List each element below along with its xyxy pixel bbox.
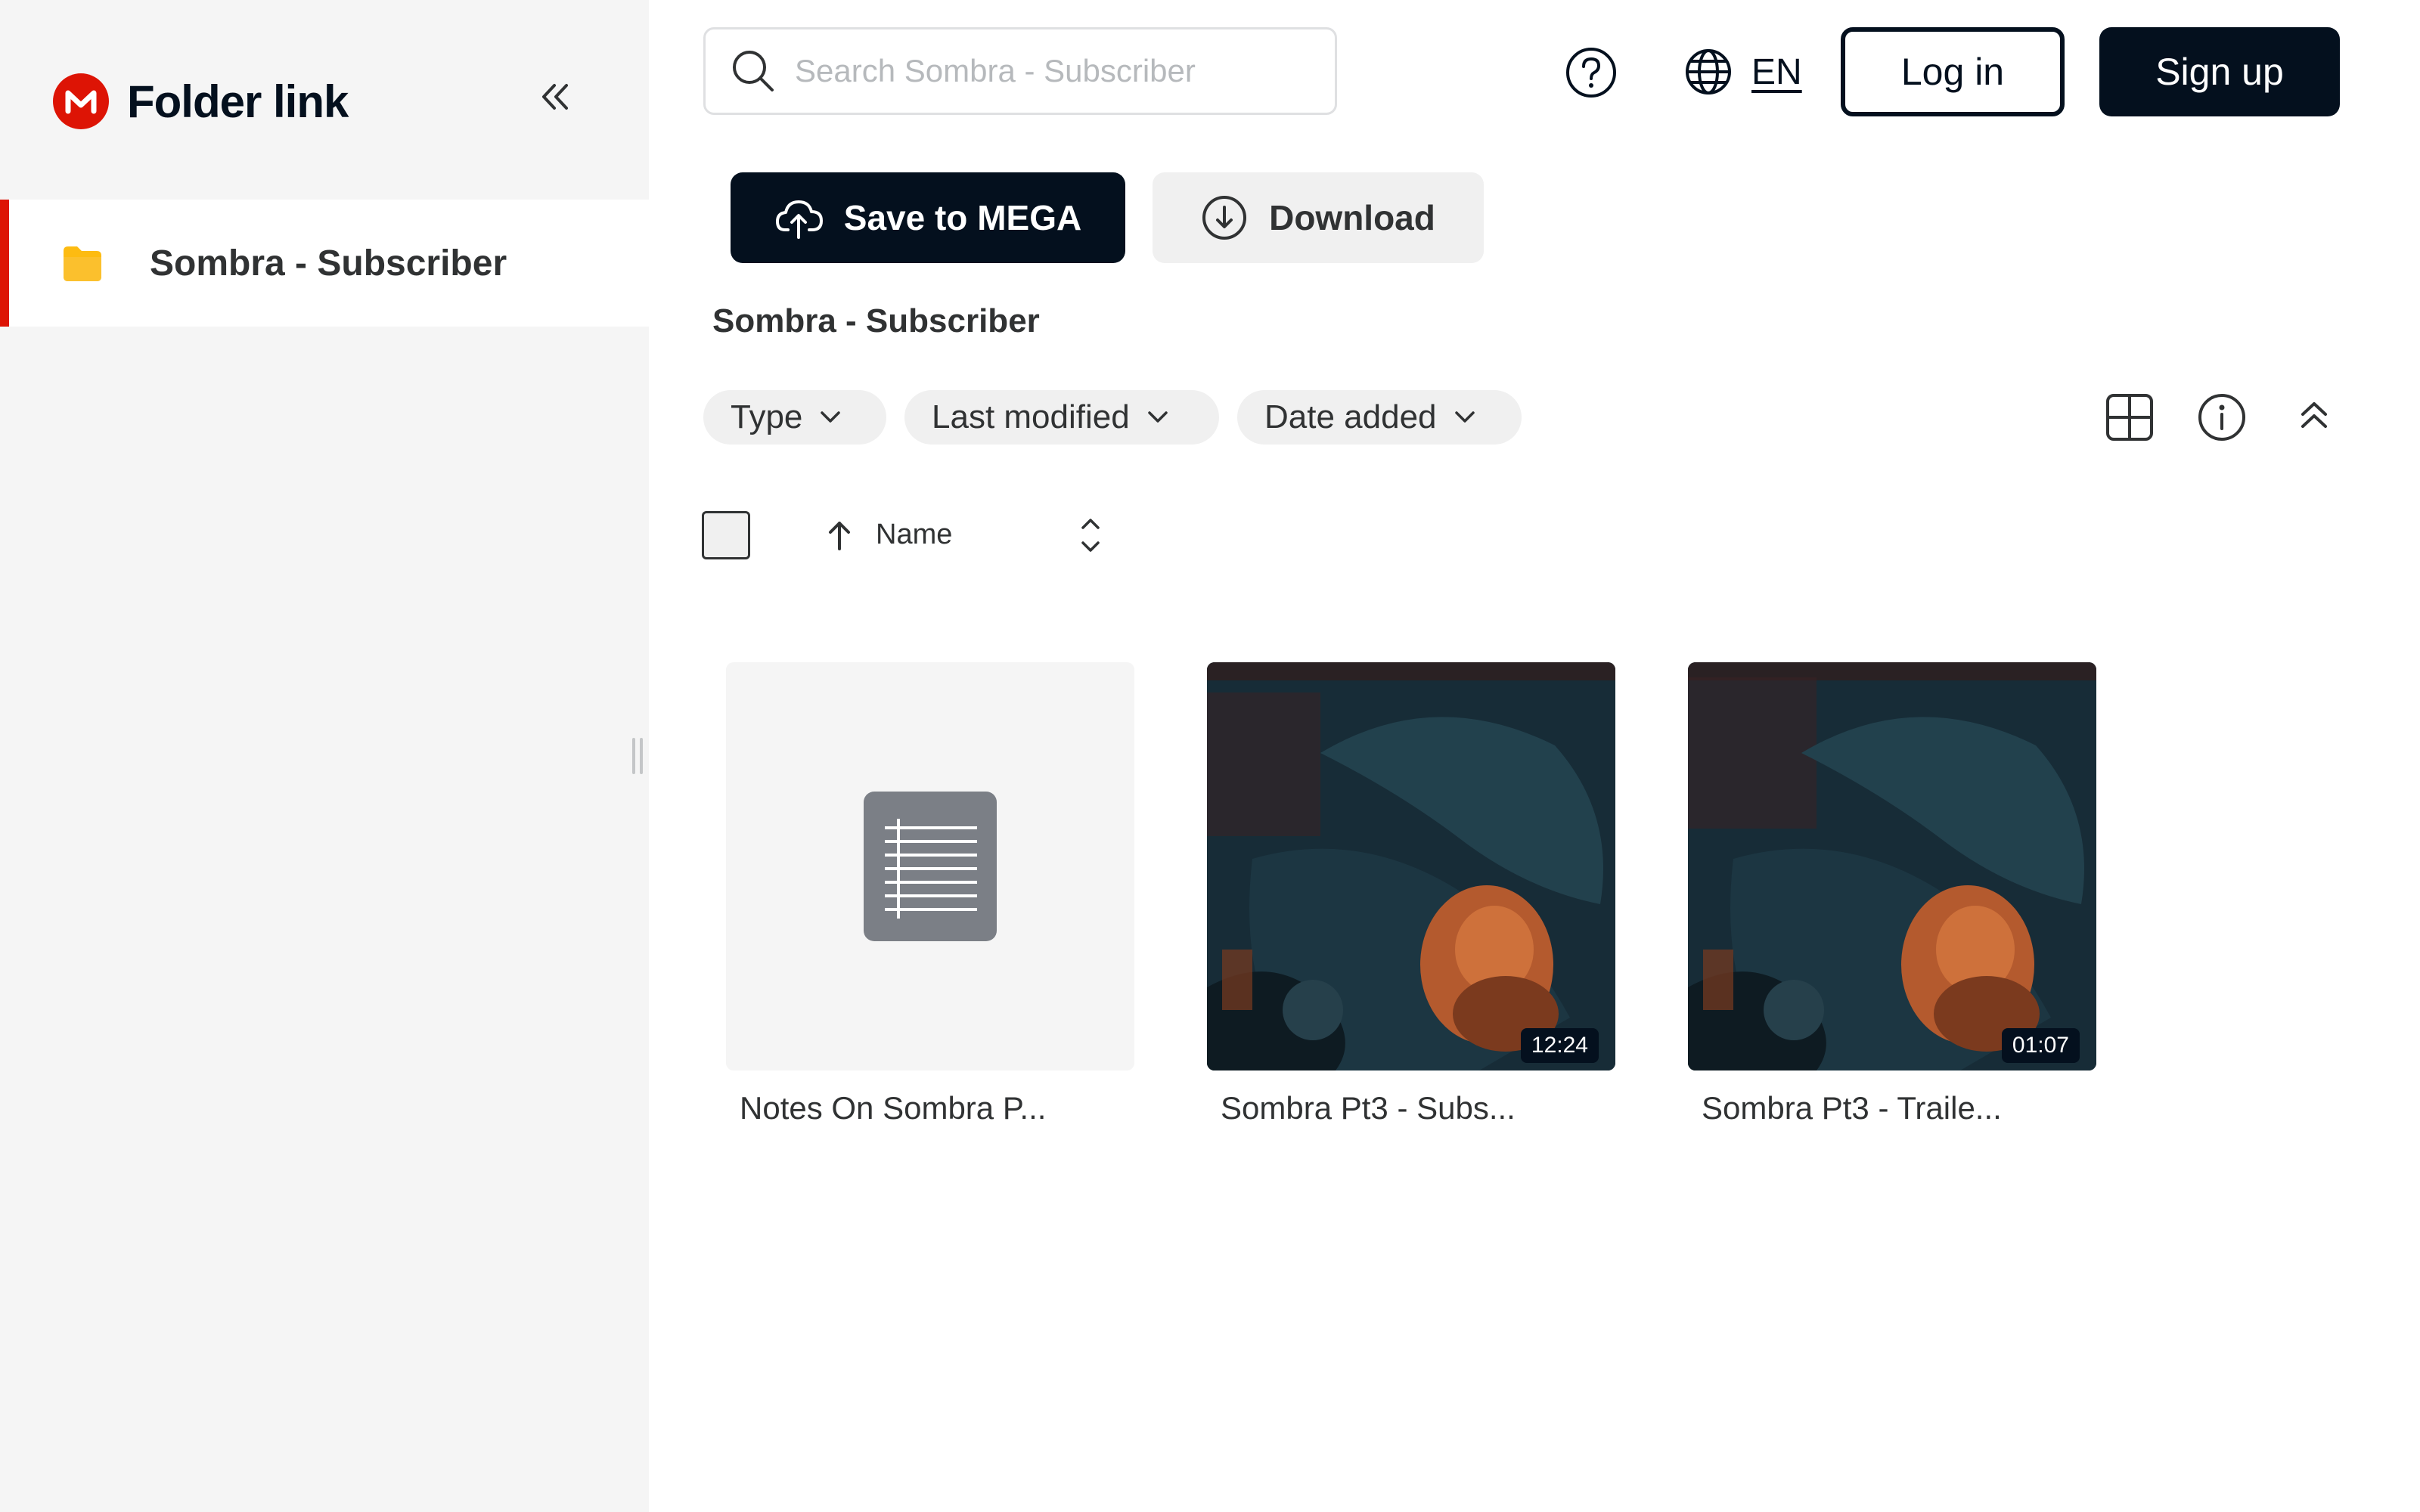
help-button[interactable] (1564, 45, 1618, 100)
video-preview-art (1207, 662, 1615, 1070)
collapse-header-button[interactable] (2287, 390, 2341, 445)
download-circle-icon (1202, 196, 1247, 240)
sidebar-item-folder[interactable]: Sombra - Subscriber (0, 200, 649, 327)
file-name: Sombra Pt3 - Traile... (1702, 1090, 2002, 1126)
sort-toggle-icon[interactable] (1075, 514, 1106, 556)
double-chevron-left-icon (542, 84, 568, 110)
chevron-down-icon (1454, 411, 1475, 423)
grid-icon (2106, 394, 2153, 441)
language-label: EN (1751, 51, 1802, 92)
chevron-down-icon (1147, 411, 1168, 423)
sidebar-resize-handle[interactable] (632, 738, 643, 774)
help-icon (1566, 48, 1616, 98)
download-button[interactable]: Download (1153, 172, 1484, 263)
search-box[interactable] (703, 27, 1337, 115)
grid-view-button[interactable] (2102, 390, 2157, 445)
double-chevron-up-icon (2301, 402, 2327, 428)
save-to-mega-label: Save to MEGA (843, 198, 1082, 237)
collapse-sidebar-button[interactable] (532, 74, 578, 119)
globe-icon (1686, 49, 1731, 94)
filter-type[interactable]: Type (703, 390, 886, 445)
search-icon (733, 51, 774, 91)
file-tile[interactable]: Notes On Sombra P... (726, 662, 1134, 1126)
video-duration-badge: 12:24 (1520, 1028, 1599, 1063)
info-icon (2198, 394, 2245, 441)
save-to-mega-button[interactable]: Save to MEGA (731, 172, 1125, 263)
select-all-checkbox[interactable] (702, 511, 750, 559)
view-controls (2102, 390, 2341, 445)
download-label: Download (1269, 198, 1435, 237)
login-button[interactable]: Log in (1841, 27, 2065, 116)
video-thumbnail: 01:07 (1688, 662, 2096, 1070)
column-header-name[interactable]: Name (876, 519, 952, 551)
sort-ascending-icon[interactable] (824, 519, 855, 552)
file-tile[interactable]: 12:24 Sombra Pt3 - Subs... (1207, 662, 1615, 1126)
filter-date-added-label: Date added (1264, 398, 1437, 435)
cloud-upload-icon (775, 200, 823, 239)
sidebar-item-label: Sombra - Subscriber (150, 243, 507, 284)
folder-icon (64, 246, 101, 281)
search-input[interactable] (793, 52, 1295, 90)
active-indicator (0, 200, 9, 327)
mega-logo[interactable] (53, 73, 109, 129)
filter-date-added[interactable]: Date added (1237, 390, 1522, 445)
filter-type-label: Type (731, 398, 803, 435)
language-selector[interactable]: EN (1683, 44, 1802, 100)
sidebar: Folder link Sombra - Subscriber (0, 0, 649, 1512)
file-name: Sombra Pt3 - Subs... (1221, 1090, 1516, 1126)
app-title: Folder link (127, 76, 349, 127)
file-tile[interactable]: 01:07 Sombra Pt3 - Traile... (1688, 662, 2096, 1126)
brand: Folder link (53, 73, 349, 130)
chevron-down-icon (821, 411, 841, 423)
filter-last-modified-label: Last modified (932, 398, 1130, 435)
document-icon (864, 792, 997, 941)
video-preview-art (1688, 662, 2096, 1070)
video-duration-badge: 01:07 (2001, 1028, 2080, 1063)
file-name: Notes On Sombra P... (740, 1090, 1047, 1126)
breadcrumb: Sombra - Subscriber (712, 302, 1040, 339)
info-button[interactable] (2195, 390, 2249, 445)
file-thumbnail (726, 662, 1134, 1070)
filter-last-modified[interactable]: Last modified (904, 390, 1219, 445)
video-thumbnail: 12:24 (1207, 662, 1615, 1070)
signup-button[interactable]: Sign up (2099, 27, 2340, 116)
